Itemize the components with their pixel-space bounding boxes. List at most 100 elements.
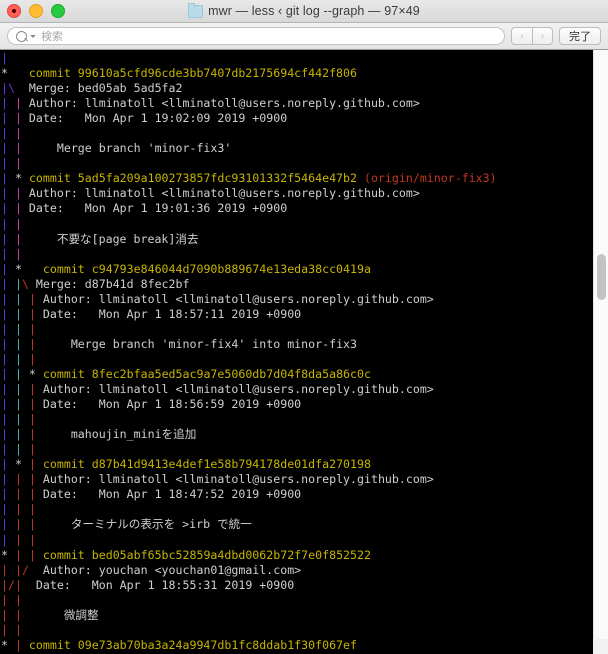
terminal-line: | | Date: Mon Apr 1 19:01:36 2019 +0900 bbox=[0, 201, 608, 216]
terminal-span: |/| bbox=[1, 577, 22, 592]
terminal-line: | * commit c94793e846044d7090b889674e13e… bbox=[0, 262, 608, 277]
terminal-span bbox=[8, 533, 15, 547]
maximize-window-icon[interactable] bbox=[51, 4, 65, 18]
terminal-span bbox=[8, 593, 15, 607]
terminal-span bbox=[8, 186, 15, 200]
terminal-span: | bbox=[1, 306, 8, 321]
search-input[interactable]: 検索 bbox=[7, 27, 505, 45]
terminal-span: Date: Mon Apr 1 18:55:31 2019 +0900 bbox=[21, 577, 295, 592]
terminal-span: | bbox=[14, 126, 22, 141]
terminal-span: | bbox=[14, 111, 22, 126]
terminal-span: \ bbox=[21, 276, 29, 291]
terminal-span: Date: Mon Apr 1 18:57:11 2019 +0900 bbox=[35, 306, 302, 321]
terminal-span: | bbox=[14, 532, 22, 547]
search-icon[interactable] bbox=[16, 30, 27, 42]
terminal-span bbox=[8, 126, 15, 140]
terminal-span: Author: llminatoll <llminatoll@users.nor… bbox=[35, 291, 434, 306]
terminal-span: | bbox=[1, 562, 8, 577]
terminal-span bbox=[22, 502, 29, 516]
terminal-line: |/| Date: Mon Apr 1 18:55:31 2019 +0900 bbox=[0, 578, 608, 593]
terminal-line: | | bbox=[0, 217, 608, 232]
terminal-span bbox=[8, 367, 15, 381]
find-previous-button[interactable]: ‹ bbox=[511, 27, 532, 45]
terminal-span: commit d87b41d9413e4def1e58b794178de01df… bbox=[35, 457, 371, 472]
terminal-line: | | | Author: llminatoll <llminatoll@use… bbox=[0, 382, 608, 397]
terminal-line: | * | commit d87b41d9413e4def1e58b794178… bbox=[0, 457, 608, 472]
find-done-button[interactable]: 完了 bbox=[559, 27, 601, 45]
window-titlebar: mwr — less ‹ git log --graph — 97×49 bbox=[0, 0, 608, 23]
terminal-span: | bbox=[28, 397, 36, 412]
terminal-span: | bbox=[14, 231, 22, 246]
terminal-span: * bbox=[21, 366, 43, 381]
terminal-span bbox=[8, 307, 15, 321]
terminal-span: | bbox=[28, 457, 36, 472]
terminal-span bbox=[22, 382, 29, 396]
terminal-span: Date: Mon Apr 1 18:47:52 2019 +0900 bbox=[35, 487, 302, 502]
terminal-span bbox=[8, 322, 15, 336]
window-title-text: mwr — less ‹ git log --graph — 97×49 bbox=[208, 4, 420, 18]
terminal-span: | bbox=[1, 186, 8, 201]
traffic-light-group bbox=[7, 0, 65, 22]
find-next-button[interactable]: › bbox=[532, 27, 553, 45]
terminal-span: | bbox=[28, 412, 36, 427]
terminal-window: mwr — less ‹ git log --graph — 97×49 検索 … bbox=[0, 0, 608, 654]
terminal-span: Merge: d87b41d 8fec2bf bbox=[28, 276, 190, 291]
terminal-span bbox=[8, 608, 15, 622]
scrollbar-thumb[interactable] bbox=[597, 254, 606, 300]
terminal-span: | bbox=[14, 291, 22, 306]
terminal-span bbox=[8, 277, 15, 291]
terminal-span: | bbox=[28, 336, 36, 351]
terminal-span: Author: llminatoll <llminatoll@users.nor… bbox=[35, 382, 434, 397]
terminal-span: | bbox=[1, 231, 8, 246]
terminal-span: | bbox=[14, 442, 22, 457]
terminal-span: | bbox=[28, 502, 36, 517]
terminal-span: | bbox=[14, 412, 22, 427]
terminal-scrollbar[interactable] bbox=[593, 50, 608, 654]
terminal-line: | * commit 5ad5fa209a100273857fdc9310133… bbox=[0, 171, 608, 186]
chevron-down-icon[interactable] bbox=[30, 34, 36, 38]
terminal-span: | bbox=[14, 156, 22, 171]
terminal-span: | bbox=[1, 51, 8, 65]
terminal-span: (origin/minor-fix3) bbox=[363, 171, 497, 186]
terminal-span: Merge: bed05ab 5ad5fa2 bbox=[14, 81, 183, 96]
terminal-span: | bbox=[14, 186, 22, 201]
terminal-span: * bbox=[7, 261, 29, 276]
terminal-span bbox=[22, 352, 29, 366]
terminal-line: | | | bbox=[0, 533, 608, 548]
terminal-line: | | 微調整 bbox=[0, 608, 608, 623]
terminal-content[interactable]: | * commit 99610a5cfd96cde3bb7407db217569… bbox=[0, 50, 608, 654]
terminal-span: | bbox=[28, 532, 36, 547]
terminal-span: | bbox=[14, 517, 22, 532]
terminal-span: | bbox=[1, 201, 8, 216]
terminal-span bbox=[22, 442, 29, 456]
terminal-span: | bbox=[14, 427, 22, 442]
terminal-span: | bbox=[1, 351, 8, 366]
terminal-span bbox=[8, 472, 15, 486]
terminal-span: | bbox=[1, 622, 8, 637]
terminal-line: | | | Date: Mon Apr 1 18:56:59 2019 +090… bbox=[0, 397, 608, 412]
terminal-span: | bbox=[28, 442, 36, 457]
terminal-line: * commit 99610a5cfd96cde3bb7407db2175694… bbox=[0, 66, 608, 81]
terminal-span: | bbox=[14, 366, 22, 381]
terminal-span: | bbox=[28, 427, 36, 442]
terminal-span: | bbox=[1, 336, 8, 351]
close-window-icon[interactable] bbox=[7, 4, 21, 18]
search-placeholder: 検索 bbox=[41, 31, 63, 43]
terminal-span: | bbox=[14, 246, 22, 261]
terminal-span bbox=[22, 533, 29, 547]
terminal-line: * | | commit bed05abf65bc52859a4dbd0062b… bbox=[0, 548, 608, 563]
terminal-span: * bbox=[1, 66, 15, 81]
terminal-span: Date: Mon Apr 1 19:02:09 2019 +0900 bbox=[21, 111, 288, 126]
terminal-line: | | | Date: Mon Apr 1 18:57:11 2019 +090… bbox=[0, 307, 608, 322]
terminal-line: | |/ Author: youchan <youchan01@gmail.co… bbox=[0, 563, 608, 578]
terminal-span: |\ bbox=[1, 81, 15, 96]
terminal-line: | | | bbox=[0, 412, 608, 427]
terminal-line: | | Date: Mon Apr 1 19:02:09 2019 +0900 bbox=[0, 111, 608, 126]
terminal-span: | bbox=[14, 607, 22, 622]
terminal-line: | | | bbox=[0, 442, 608, 457]
minimize-window-icon[interactable] bbox=[29, 4, 43, 18]
terminal-span: | bbox=[1, 291, 8, 306]
terminal-line: |\ Merge: bed05ab 5ad5fa2 bbox=[0, 81, 608, 96]
terminal-span bbox=[22, 472, 29, 486]
resize-corner[interactable] bbox=[593, 639, 608, 654]
